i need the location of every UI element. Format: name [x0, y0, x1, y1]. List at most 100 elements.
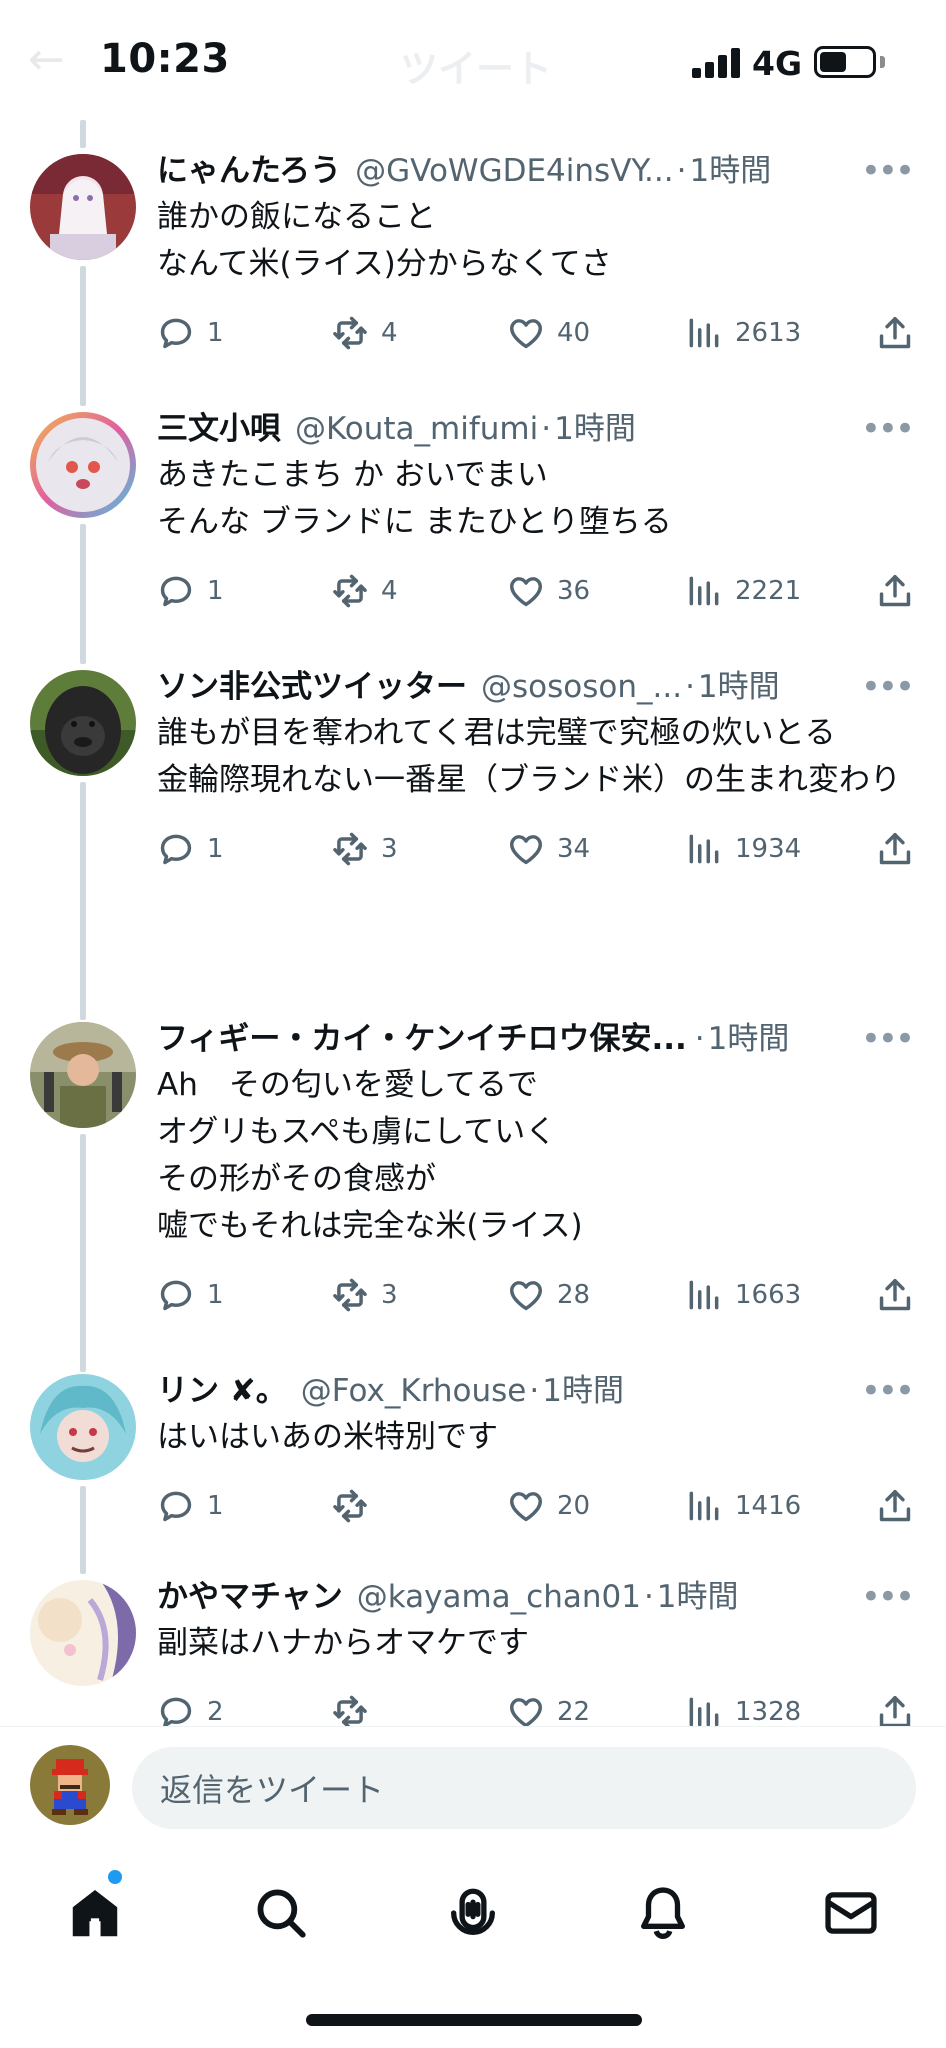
more-options-icon[interactable]: •••	[861, 1016, 915, 1062]
retweet-icon	[333, 574, 367, 608]
search-icon	[257, 1889, 306, 1938]
tweet-actions: 1 4 36 2221	[157, 566, 916, 616]
timestamp[interactable]: 1時間	[708, 1016, 790, 1062]
like-button[interactable]: 36	[507, 566, 590, 616]
notification-dot	[108, 1870, 122, 1884]
reply-feed[interactable]: にゃんたろう @GVoWGDE4insVY... · 1時間 ••• 誰かの飯に…	[0, 120, 946, 1726]
tab-spaces[interactable]	[438, 1878, 508, 1948]
reply-button[interactable]: 1	[157, 308, 224, 358]
tab-messages[interactable]	[816, 1878, 886, 1948]
user-handle[interactable]: @kayama_chan01	[357, 1574, 641, 1620]
tweet-actions: 1 3 28 1663	[157, 1270, 916, 1320]
like-count: 20	[557, 1491, 591, 1521]
timestamp[interactable]: 1時間	[542, 1368, 624, 1414]
share-button[interactable]	[876, 566, 914, 616]
tweet-text: 誰かの飯になること なんて米(ライス)分からなくてさ	[157, 199, 612, 282]
share-icon	[879, 1696, 911, 1726]
separator-dot: ·	[685, 669, 695, 705]
share-button[interactable]	[876, 824, 914, 874]
avatar[interactable]	[30, 670, 136, 776]
retweet-button[interactable]: 3	[331, 824, 398, 874]
more-options-icon[interactable]: •••	[861, 1368, 915, 1414]
avatar[interactable]	[30, 412, 136, 518]
views-chart-icon	[689, 1697, 719, 1726]
tab-home[interactable]	[60, 1878, 130, 1948]
display-name[interactable]: 三文小唄	[157, 406, 281, 452]
share-button[interactable]	[876, 1270, 914, 1320]
views-button[interactable]: 1416	[685, 1481, 801, 1531]
like-count: 36	[557, 576, 591, 606]
user-handle[interactable]: @Fox_Krhouse	[301, 1368, 527, 1414]
separator-dot: ·	[694, 1021, 705, 1057]
bottom-tab-bar	[0, 1836, 946, 2048]
view-count: 1328	[735, 1697, 802, 1726]
reply-button[interactable]: 2	[157, 1687, 224, 1726]
views-button[interactable]: 2613	[685, 308, 801, 358]
like-button[interactable]: 34	[507, 824, 590, 874]
avatar[interactable]	[30, 1022, 136, 1128]
retweet-icon	[333, 1489, 367, 1523]
thread-line	[80, 1486, 86, 1574]
reply-button[interactable]: 1	[157, 566, 224, 616]
share-button[interactable]	[876, 1687, 914, 1726]
separator-dot: ·	[529, 1373, 540, 1409]
retweet-button[interactable]: 3	[331, 1270, 398, 1320]
display-name[interactable]: かやマチャン	[157, 1574, 343, 1620]
share-icon	[879, 1279, 911, 1311]
tweet-actions: 1 3 34 1934	[157, 824, 916, 874]
retweet-button[interactable]	[331, 1481, 381, 1531]
thread-line	[80, 1134, 86, 1372]
tab-search[interactable]	[246, 1878, 316, 1948]
views-button[interactable]: 1663	[685, 1270, 801, 1320]
user-handle[interactable]: @GVoWGDE4insVY...	[355, 148, 673, 194]
user-handle[interactable]: @Kouta_mifumi	[295, 406, 538, 452]
reply-input[interactable]: 返信をツイート	[132, 1747, 916, 1829]
home-indicator	[306, 2014, 642, 2026]
views-button[interactable]: 2221	[685, 566, 801, 616]
reply-icon	[160, 1697, 192, 1726]
display-name[interactable]: フィギー・カイ・ケンイチロウ保安...	[157, 1016, 687, 1062]
timestamp[interactable]: 1時間	[689, 148, 771, 194]
tweet-actions: 1 20 1416	[157, 1481, 916, 1531]
avatar[interactable]	[30, 1580, 136, 1686]
back-arrow-icon[interactable]: ←	[28, 34, 65, 85]
like-count: 40	[557, 318, 591, 348]
like-button[interactable]: 22	[507, 1687, 590, 1726]
display-name[interactable]: リン ✘。	[157, 1368, 287, 1414]
more-options-icon[interactable]: •••	[861, 148, 915, 194]
timestamp[interactable]: 1時間	[554, 406, 636, 452]
tweet-text: あきたこまち か おいでまい そんな ブランドに またひとり堕ちる	[157, 457, 672, 540]
share-icon	[879, 317, 911, 349]
timestamp[interactable]: 1時間	[698, 664, 780, 710]
share-button[interactable]	[876, 308, 914, 358]
reply-button[interactable]: 1	[157, 824, 224, 874]
avatar[interactable]	[30, 1374, 136, 1480]
timestamp[interactable]: 1時間	[657, 1574, 739, 1620]
reply-button[interactable]: 1	[157, 1270, 224, 1320]
like-count: 22	[557, 1697, 591, 1726]
user-handle[interactable]: @sososon_...	[481, 664, 682, 710]
display-name[interactable]: にゃんたろう	[157, 148, 341, 194]
views-button[interactable]: 1934	[685, 824, 801, 874]
reply-icon	[160, 1491, 192, 1522]
views-chart-icon	[689, 1491, 719, 1521]
views-button[interactable]: 1328	[685, 1687, 801, 1726]
like-button[interactable]: 40	[507, 308, 590, 358]
avatar[interactable]	[30, 154, 136, 260]
like-button[interactable]: 28	[507, 1270, 590, 1320]
display-name[interactable]: ソン非公式ツイッター	[157, 664, 467, 710]
current-user-avatar[interactable]	[30, 1745, 110, 1825]
tab-notifications[interactable]	[628, 1878, 698, 1948]
more-options-icon[interactable]: •••	[861, 406, 915, 452]
heart-icon	[510, 1492, 542, 1522]
reply-button[interactable]: 1	[157, 1481, 224, 1531]
share-button[interactable]	[876, 1481, 914, 1531]
views-chart-icon	[689, 576, 719, 606]
reply-icon	[160, 576, 192, 607]
retweet-button[interactable]: 4	[331, 566, 398, 616]
like-button[interactable]: 20	[507, 1481, 590, 1531]
retweet-button[interactable]: 4	[331, 308, 398, 358]
retweet-button[interactable]	[331, 1687, 381, 1726]
more-options-icon[interactable]: •••	[861, 664, 915, 710]
more-options-icon[interactable]: •••	[861, 1574, 915, 1620]
